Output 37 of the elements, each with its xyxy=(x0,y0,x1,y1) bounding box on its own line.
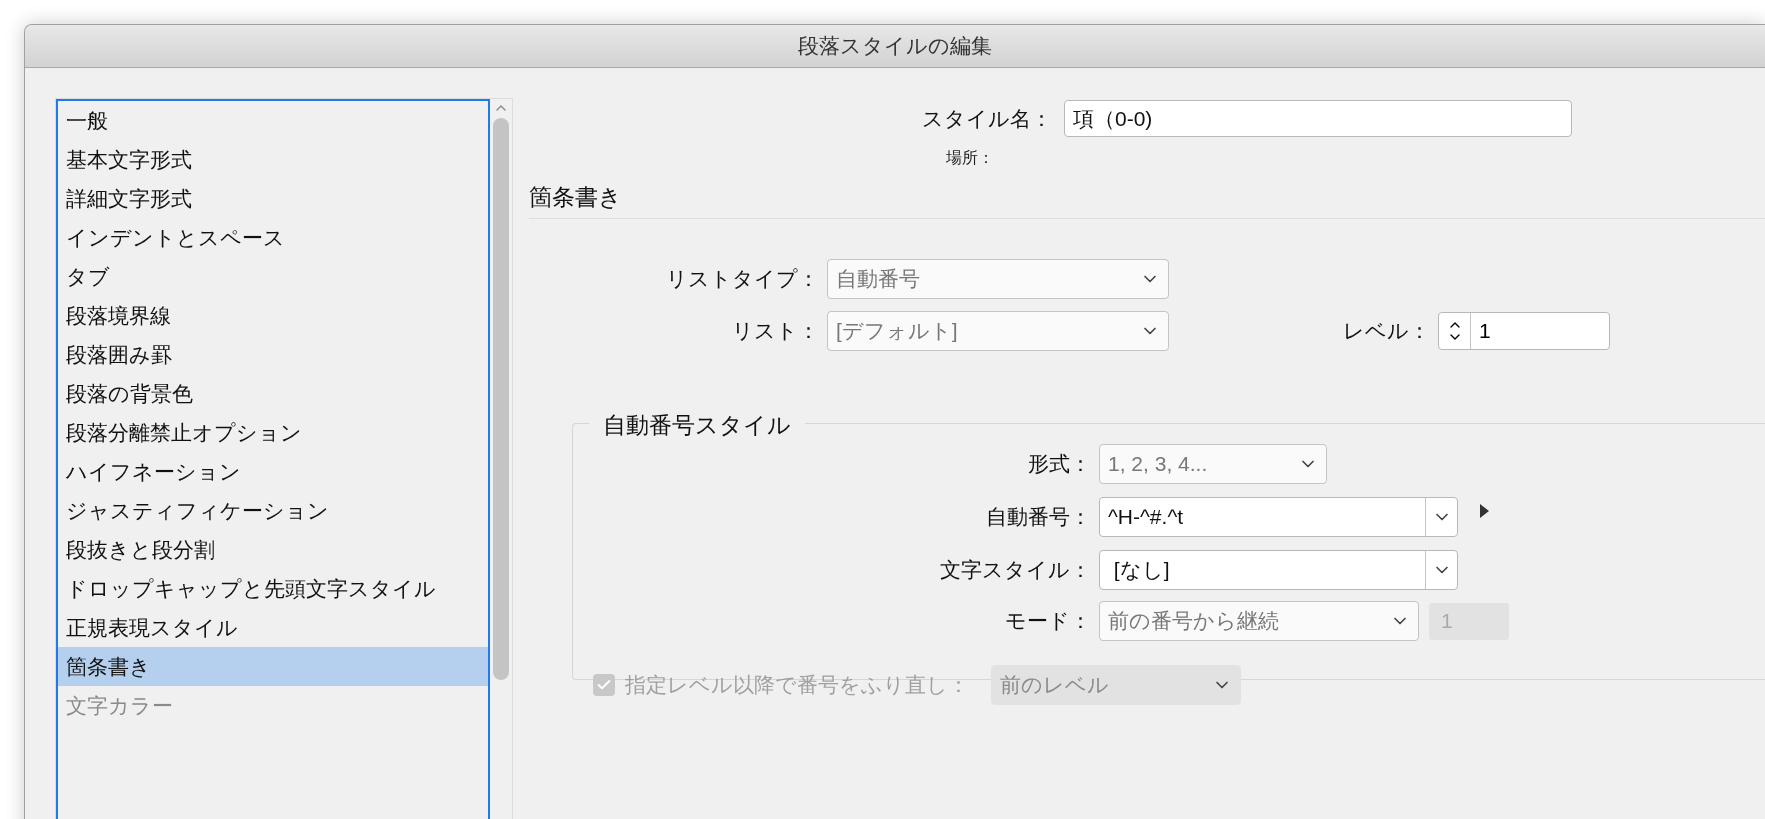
category-item[interactable]: 正規表現スタイル xyxy=(58,608,488,647)
style-name-field[interactable]: 項（0-0) xyxy=(1064,100,1572,137)
category-item[interactable]: 詳細文字形式 xyxy=(58,179,488,218)
scrollbar-thumb[interactable] xyxy=(493,118,509,680)
category-item[interactable]: タブ xyxy=(58,257,488,296)
list-dropdown[interactable]: [デフォルト] xyxy=(827,311,1169,351)
field-label: スタイル名： xyxy=(922,105,1052,132)
list-type-dropdown[interactable]: 自動番号 xyxy=(827,259,1169,299)
category-item[interactable]: 一般 xyxy=(58,101,488,140)
location-label: 場所： xyxy=(946,148,994,168)
char-style-combo[interactable]: [なし] xyxy=(1099,550,1458,590)
category-item[interactable]: ドロップキャップと先頭文字スタイル xyxy=(58,569,488,608)
field-label: 文字スタイル： xyxy=(940,557,1091,584)
field-label: リスト： xyxy=(732,318,819,345)
mode-dropdown[interactable]: 前の番号から継続 xyxy=(1099,601,1419,641)
field-label: 自動番号： xyxy=(986,504,1091,531)
category-item[interactable]: 段抜きと段分割 xyxy=(58,530,488,569)
auto-number-combo[interactable]: ^H-^#.^t xyxy=(1099,497,1458,537)
category-item[interactable]: インデントとスペース xyxy=(58,218,488,257)
category-item[interactable]: ジャスティフィケーション xyxy=(58,491,488,530)
level-stepper[interactable]: 1 xyxy=(1438,312,1610,350)
field-label: リストタイプ： xyxy=(666,266,819,293)
field-label: レベル： xyxy=(1343,318,1430,345)
category-item[interactable]: 段落境界線 xyxy=(58,296,488,335)
field-label: モード： xyxy=(1005,608,1091,635)
window-title: 段落スタイルの編集 xyxy=(798,33,992,60)
category-item[interactable]: 段落囲み罫 xyxy=(58,335,488,374)
category-item[interactable]: 段落の背景色 xyxy=(58,374,488,413)
triangle-right-icon[interactable] xyxy=(1480,504,1489,518)
category-item[interactable]: 段落分離禁止オプション xyxy=(58,413,488,452)
category-item[interactable]: 基本文字形式 xyxy=(58,140,488,179)
restart-label: 指定レベル以降で番号をふり直し： xyxy=(625,672,969,699)
format-dropdown[interactable]: 1, 2, 3, 4... xyxy=(1099,444,1327,484)
category-item[interactable]: 箇条書き xyxy=(58,647,488,686)
section-title: 箇条書き xyxy=(529,183,622,213)
category-item[interactable]: ハイフネーション xyxy=(58,452,488,491)
field-label: 形式： xyxy=(1028,451,1091,478)
